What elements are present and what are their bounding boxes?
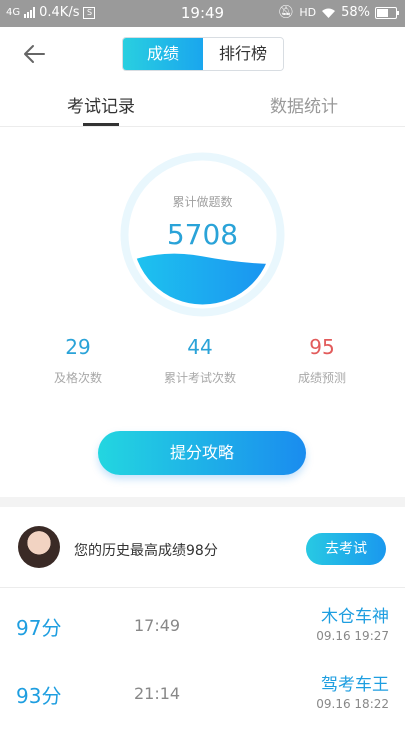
list-item[interactable]: 97分 17:49 木仓车神 09.16 19:27 xyxy=(0,590,405,660)
section-divider xyxy=(0,497,405,507)
stat-score-prediction: 95 成绩预测 xyxy=(262,335,382,386)
wifi-icon xyxy=(322,8,336,18)
record-nickname: 驾考车王 xyxy=(321,675,389,695)
stat-number: 44 xyxy=(187,335,213,359)
take-exam-button[interactable]: 去考试 xyxy=(306,533,386,565)
status-bar: 4G 0.4K/s S 19:49 🔕︎ HD 58% xyxy=(0,0,405,27)
list-divider xyxy=(0,587,405,588)
segment-scores[interactable]: 成绩 xyxy=(123,38,203,70)
gauge-value: 5708 xyxy=(166,218,239,251)
segmented-control: 成绩 排行榜 xyxy=(122,37,284,71)
stat-label: 累计考试次数 xyxy=(163,371,236,385)
stat-exam-count: 44 累计考试次数 xyxy=(140,335,260,386)
record-score: 93分 xyxy=(16,684,62,708)
tab-exam-records[interactable]: 考试记录 xyxy=(67,92,135,117)
status-right: 🔕︎ HD 58% xyxy=(277,5,399,20)
record-score: 97分 xyxy=(16,616,62,640)
alarm-off-icon: 🔕︎ xyxy=(277,5,295,20)
stat-number: 29 xyxy=(65,335,91,359)
stat-label: 成绩预测 xyxy=(297,371,346,385)
best-score-text: 您的历史最高成绩98分 xyxy=(74,543,218,559)
record-nickname: 木仓车神 xyxy=(321,607,389,627)
back-arrow-icon[interactable] xyxy=(20,40,50,70)
avatar xyxy=(18,526,60,568)
tab-bar: 考试记录 数据统计 xyxy=(0,82,405,127)
record-date: 09.16 18:22 xyxy=(316,697,389,711)
record-date: 09.16 19:27 xyxy=(316,629,389,643)
hd-indicator: HD xyxy=(299,6,317,19)
battery-icon xyxy=(375,6,399,19)
segment-ranking[interactable]: 排行榜 xyxy=(203,38,283,70)
gauge-label: 累计做题数 xyxy=(172,195,233,209)
tab-active-indicator xyxy=(83,123,119,126)
battery-percent: 58% xyxy=(341,5,370,20)
tab-data-stats[interactable]: 数据统计 xyxy=(270,92,338,117)
stat-label: 及格次数 xyxy=(53,371,102,385)
stat-number: 95 xyxy=(309,335,335,359)
record-duration: 21:14 xyxy=(134,684,181,703)
record-duration: 17:49 xyxy=(134,616,181,635)
improve-strategy-button[interactable]: 提分攻略 xyxy=(98,431,306,475)
stat-pass-count: 29 及格次数 xyxy=(18,335,138,386)
